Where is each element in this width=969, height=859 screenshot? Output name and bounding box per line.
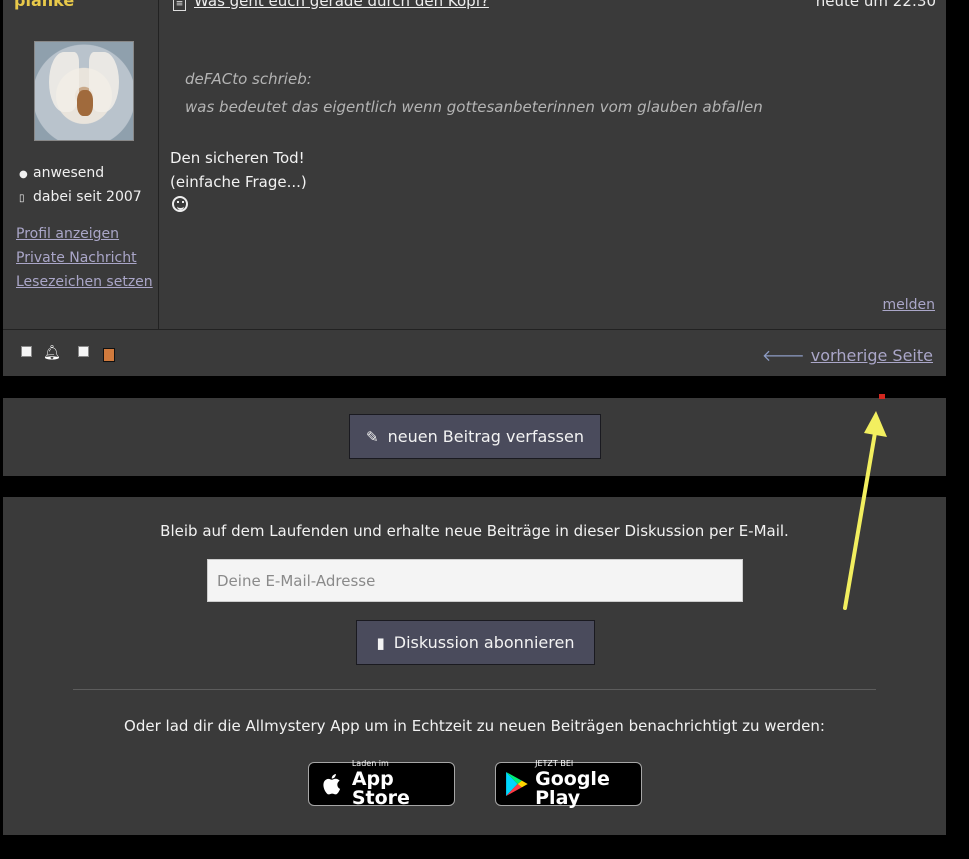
bookmark-link[interactable]: Lesezeichen setzen <box>16 274 153 290</box>
new-post-button[interactable]: ✎ neuen Beitrag verfassen <box>349 414 601 459</box>
author-sidebar: planke ● anwesend ▯ dabei seit 2007 Profil… <box>3 0 159 329</box>
new-post-button-label: neuen Beitrag verfassen <box>387 427 584 446</box>
post-footer: 🔔︎ 🡐 vorherige Seite <box>3 329 946 377</box>
apple-icon <box>323 773 341 795</box>
avatar[interactable] <box>34 41 134 141</box>
topic-link[interactable]: ≡ Was geht euch gerade durch den Kopf? <box>173 0 489 11</box>
new-post-panel: ✎ neuen Beitrag verfassen <box>3 398 946 476</box>
calendar-icon: ▯ <box>19 193 25 204</box>
member-since: ▯ dabei seit 2007 <box>19 189 142 205</box>
edit-icon: ✎ <box>366 427 379 446</box>
notify-checkbox[interactable] <box>21 346 32 357</box>
arrow-left-icon: 🡐 <box>761 346 805 365</box>
previous-page-label[interactable]: vorherige Seite <box>811 346 933 365</box>
online-status: ● anwesend <box>19 165 104 181</box>
topic-icon: ≡ <box>173 0 186 11</box>
google-play-badge[interactable]: JETZT BEI Google Play <box>495 759 642 809</box>
subscribe-button-label: Diskussion abonnieren <box>393 633 575 652</box>
app-store-badge[interactable]: Laden im App Store <box>308 759 455 809</box>
post-content: ≡ Was geht euch gerade durch den Kopf? he… <box>159 0 946 329</box>
post-body-line: Den sicheren Tod! <box>170 149 305 167</box>
bookmark-icon: ▮ <box>376 633 385 652</box>
quote-author: deFACto schrieb: <box>185 70 312 88</box>
member-since-label: dabei seit 2007 <box>33 189 142 205</box>
quote-text: was bedeutet das eigentlich wenn gottesa… <box>185 98 763 116</box>
annotation-arrow-icon <box>843 411 887 610</box>
bookmark-icon <box>103 348 115 362</box>
smiley-icon <box>172 196 188 212</box>
report-link[interactable]: melden <box>882 297 935 313</box>
post-timestamp: heute um 22:30 <box>815 0 936 10</box>
post-body-line: (einfache Frage...) <box>170 173 307 191</box>
post-panel: planke ● anwesend ▯ dabei seit 2007 Profil… <box>3 0 946 376</box>
email-input[interactable] <box>207 559 743 602</box>
app-prompt: Oder lad dir die Allmystery App um in Ec… <box>124 717 825 735</box>
google-play-big-text: Google Play <box>535 768 610 809</box>
private-message-link[interactable]: Private Nachricht <box>16 250 137 266</box>
profile-link[interactable]: Profil anzeigen <box>16 226 119 242</box>
bell-icon: 🔔︎ <box>43 345 61 361</box>
previous-page-link[interactable]: 🡐 vorherige Seite <box>762 345 933 365</box>
author-name[interactable]: planke <box>14 0 74 10</box>
app-store-big-text: App Store <box>351 768 410 809</box>
google-play-small-text: JETZT BEI <box>535 759 574 768</box>
subscribe-button[interactable]: ▮ Diskussion abonnieren <box>356 620 595 665</box>
subscribe-panel: Bleib auf dem Laufenden und erhalte neue… <box>3 497 946 835</box>
online-status-label: anwesend <box>33 165 105 181</box>
subscribe-prompt: Bleib auf dem Laufenden und erhalte neue… <box>160 522 789 540</box>
online-dot-icon: ● <box>19 169 28 180</box>
bookmark-checkbox[interactable] <box>78 346 89 357</box>
app-store-small-text: Laden im <box>351 759 389 768</box>
divider <box>73 689 876 690</box>
google-play-icon <box>506 771 528 797</box>
red-marker <box>879 394 885 399</box>
topic-title[interactable]: Was geht euch gerade durch den Kopf? <box>194 0 489 10</box>
